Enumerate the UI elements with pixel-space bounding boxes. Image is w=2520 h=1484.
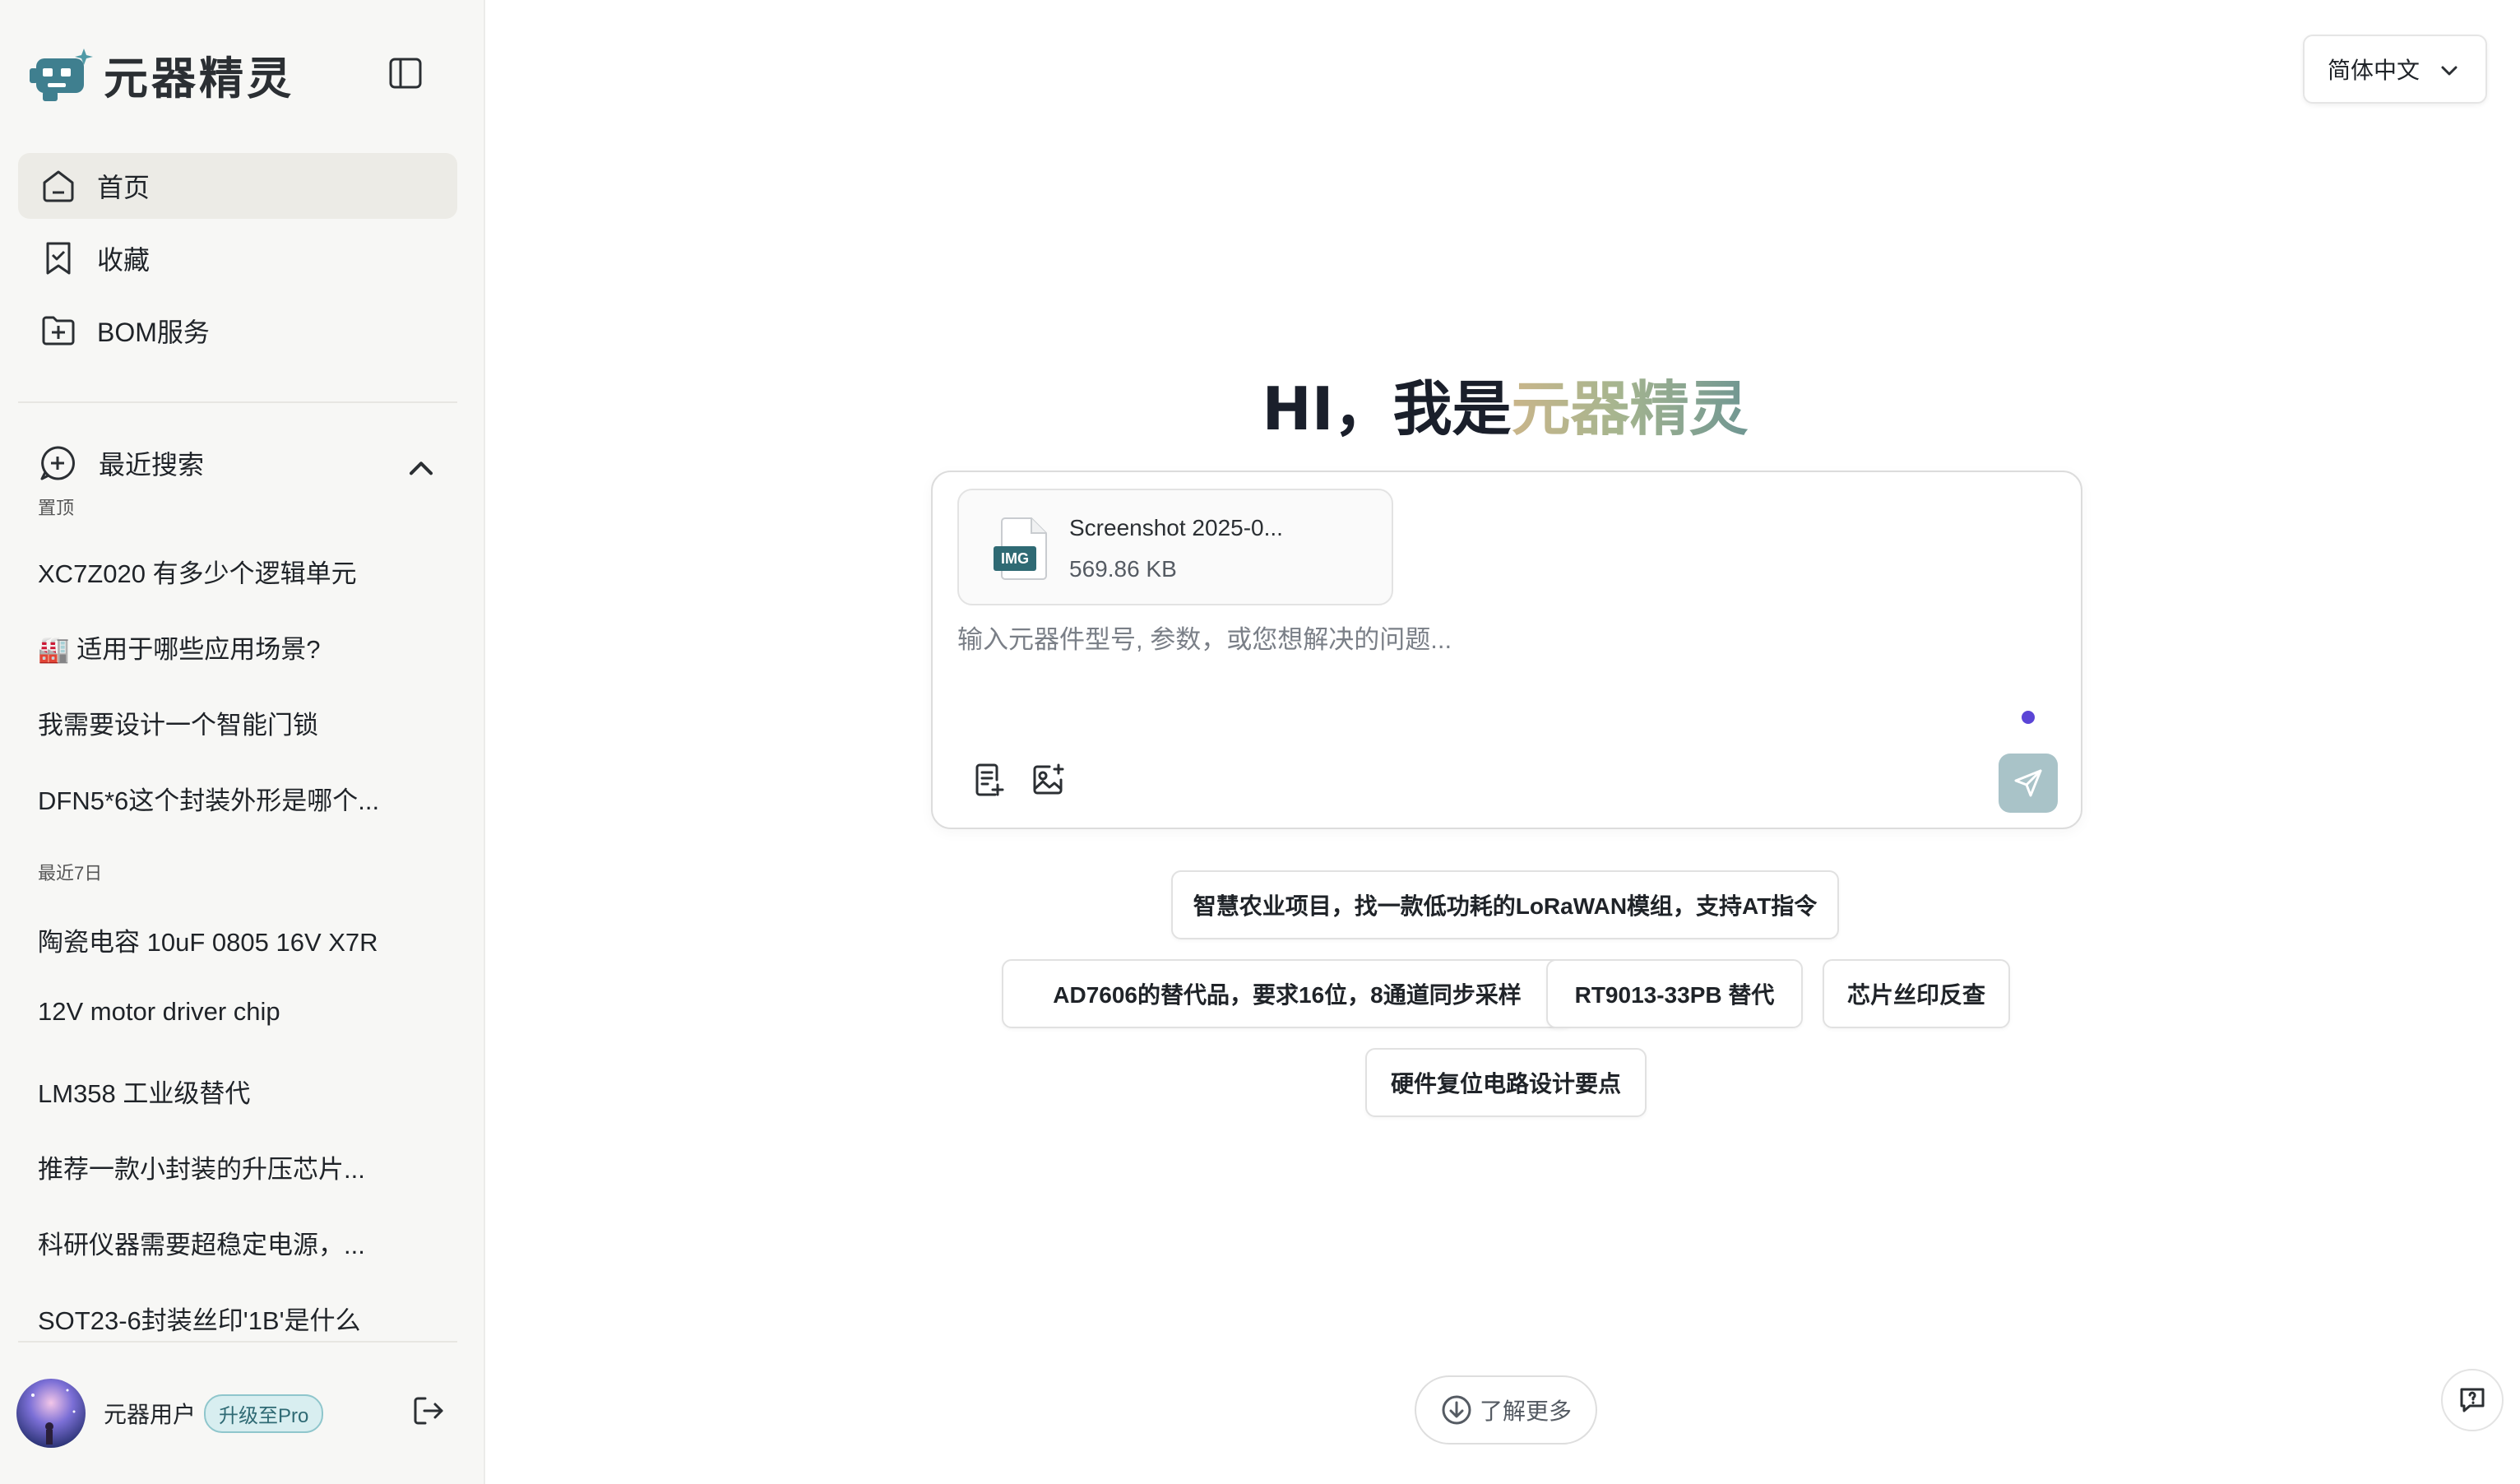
language-select[interactable]: 简体中文 bbox=[2303, 35, 2487, 104]
image-file-icon: IMG bbox=[994, 517, 1047, 580]
history-item[interactable]: 🏭 适用于哪些应用场景? bbox=[38, 628, 449, 665]
attachment-size: 569.86 KB bbox=[1069, 556, 1177, 582]
home-icon bbox=[43, 170, 74, 202]
file-type-label: IMG bbox=[1001, 550, 1029, 567]
nav-item-home[interactable]: 首页 bbox=[18, 153, 457, 219]
chat-composer: IMG Screenshot 2025-0... 569.86 KB bbox=[931, 471, 2082, 829]
help-chat-icon bbox=[2460, 1388, 2485, 1412]
nav-label-home: 首页 bbox=[97, 173, 151, 202]
user-profile[interactable]: 元器用户 升级至Pro bbox=[16, 1375, 461, 1451]
history-item[interactable]: SOT23-6封装丝印'1B'是什么 bbox=[38, 1300, 449, 1337]
nav-item-favorites[interactable]: 收藏 bbox=[18, 225, 457, 291]
document-icon[interactable] bbox=[970, 762, 1007, 798]
history-item[interactable]: 推荐一款小封装的升压芯片... bbox=[38, 1148, 449, 1185]
recent-search-title: 最近搜索 bbox=[99, 450, 205, 480]
folder-plus-icon bbox=[42, 316, 75, 345]
history-item[interactable]: 12V motor driver chip bbox=[38, 997, 449, 1027]
feedback-button[interactable] bbox=[2441, 1369, 2504, 1431]
hero-title: HI，我是元器精灵 bbox=[822, 360, 2188, 447]
history-item[interactable]: 陶瓷电容 10uF 0805 16V X7R bbox=[38, 921, 449, 958]
sidebar-toggle-icon[interactable] bbox=[387, 54, 424, 92]
learn-more-button[interactable]: 了解更多 bbox=[1415, 1375, 1597, 1445]
sidebar-divider bbox=[18, 401, 457, 403]
chevron-down-icon bbox=[2441, 66, 2457, 76]
send-button[interactable] bbox=[1999, 754, 2058, 813]
bookmark-icon bbox=[46, 242, 71, 275]
send-icon bbox=[2014, 769, 2042, 797]
history-item[interactable]: 科研仪器需要超稳定电源，... bbox=[38, 1224, 449, 1261]
image-upload-icon[interactable] bbox=[1030, 762, 1066, 798]
attachment-card[interactable]: IMG Screenshot 2025-0... 569.86 KB bbox=[957, 489, 1393, 605]
upgrade-pro-badge[interactable]: 升级至Pro bbox=[204, 1394, 324, 1433]
suggestion-chip[interactable]: 芯片丝印反查 bbox=[1823, 959, 2010, 1028]
nav-label-favorites: 收藏 bbox=[97, 245, 151, 275]
logout-icon[interactable] bbox=[410, 1392, 447, 1430]
suggestion-chip[interactable]: 智慧农业项目，找一款低功耗的LoRaWAN模组，支持AT指令 bbox=[1171, 870, 1839, 939]
hero-greeting: HI，我是 bbox=[1262, 374, 1512, 443]
sidebar-divider bbox=[18, 1341, 457, 1343]
avatar-image bbox=[16, 1379, 86, 1448]
last7-section-label: 最近7日 bbox=[38, 863, 103, 883]
nav-item-bom[interactable]: BOM服务 bbox=[18, 298, 457, 364]
main-nav: 首页 收藏 BOM服务 bbox=[18, 153, 457, 370]
history-item[interactable]: XC7Z020 有多少个逻辑单元 bbox=[38, 553, 449, 590]
status-dot bbox=[2022, 711, 2035, 724]
language-select-value: 简体中文 bbox=[2328, 58, 2420, 83]
sidebar: 元器精灵 首页 收藏 BOM服务 最近搜索 置顶 XC7Z020 有多少个逻辑单… bbox=[0, 0, 485, 1484]
recent-search-header[interactable]: 最近搜索 bbox=[38, 443, 441, 484]
avatar[interactable] bbox=[16, 1379, 86, 1448]
attachment-name: Screenshot 2025-0... bbox=[1069, 515, 1283, 540]
hero-brand: 元器精灵 bbox=[1511, 374, 1749, 443]
nav-label-bom: BOM服务 bbox=[97, 318, 210, 347]
suggestion-chip[interactable]: AD7606的替代品，要求16位，8通道同步采样 bbox=[1002, 959, 1573, 1028]
suggestion-chip[interactable]: RT9013-33PB 替代 bbox=[1546, 959, 1803, 1028]
prompt-input[interactable] bbox=[957, 619, 2027, 693]
user-name: 元器用户 bbox=[104, 1402, 197, 1427]
chevron-up-icon[interactable] bbox=[401, 449, 441, 489]
robot-logo-icon bbox=[30, 49, 93, 101]
chat-add-icon bbox=[40, 446, 75, 480]
learn-more-label: 了解更多 bbox=[1479, 1398, 1572, 1424]
suggestion-chip[interactable]: 硬件复位电路设计要点 bbox=[1365, 1048, 1647, 1117]
logo-text: 元器精灵 bbox=[104, 52, 294, 104]
history-item[interactable]: DFN5*6这个封装外形是哪个... bbox=[38, 780, 449, 817]
download-circle-icon bbox=[1442, 1395, 1471, 1425]
pinned-section-label: 置顶 bbox=[38, 498, 75, 518]
history-item[interactable]: LM358 工业级替代 bbox=[38, 1073, 449, 1110]
history-item[interactable]: 我需要设计一个智能门锁 bbox=[38, 704, 449, 741]
